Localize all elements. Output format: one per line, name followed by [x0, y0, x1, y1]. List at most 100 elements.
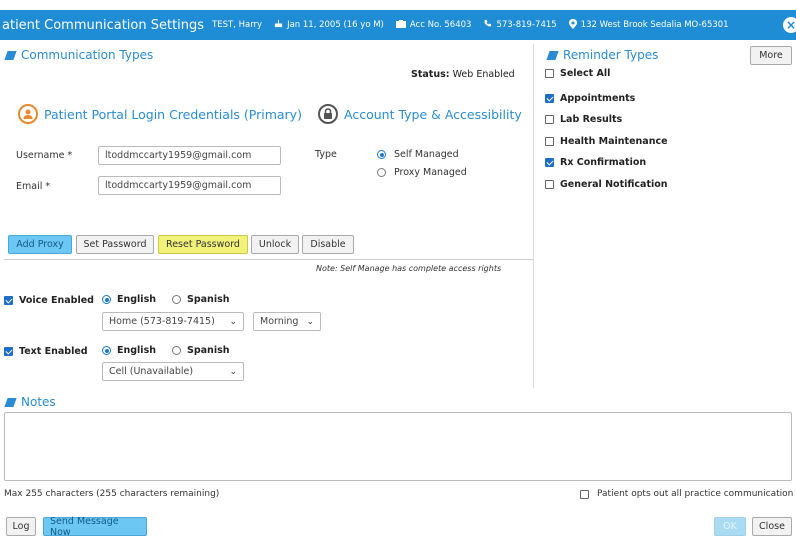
- proxy-managed-label: Proxy Managed: [394, 167, 467, 178]
- unlock-button[interactable]: Unlock: [251, 235, 299, 254]
- send-message-button[interactable]: Send Message Now: [43, 516, 147, 538]
- notes-textarea[interactable]: [4, 412, 792, 481]
- text-phone-value: Cell (Unavailable): [109, 366, 194, 377]
- patient-phone: 573-819-7415: [496, 20, 557, 30]
- reminder-label: Health Maintenance: [560, 136, 668, 147]
- text-spanish-label: Spanish: [187, 345, 230, 356]
- location-pin-icon: [568, 18, 577, 32]
- dialog-header: atient Communication Settings TEST, Harr…: [0, 10, 796, 40]
- text-enabled-checkbox[interactable]: [4, 347, 13, 356]
- text-phone-select[interactable]: Cell (Unavailable) ⌄: [102, 362, 244, 381]
- account-number: Acc No. 56403: [409, 20, 472, 30]
- section-divider: [4, 259, 533, 260]
- proxy-managed-option[interactable]: Proxy Managed: [377, 167, 467, 178]
- opt-out-option[interactable]: Patient opts out all practice communicat…: [580, 489, 793, 499]
- username-input[interactable]: ltoddmccarty1959@gmail.com: [98, 146, 281, 165]
- reminder-item[interactable]: Health Maintenance: [545, 136, 668, 147]
- lock-icon: [318, 104, 338, 124]
- opt-out-checkbox[interactable]: [580, 489, 589, 499]
- voice-spanish-label: Spanish: [187, 294, 230, 305]
- chevron-down-icon: ⌄: [229, 366, 237, 377]
- status-label: Status:: [411, 69, 450, 80]
- portal-credentials-heading: Patient Portal Login Credentials (Primar…: [18, 104, 302, 124]
- voice-spanish-radio[interactable]: [172, 295, 181, 304]
- voice-time-value: Morning: [260, 316, 299, 327]
- text-enabled-label: Text Enabled: [19, 346, 88, 357]
- notes-title: Notes: [21, 395, 56, 409]
- text-english-option[interactable]: English: [102, 345, 156, 356]
- dialog-title: atient Communication Settings: [2, 17, 205, 33]
- voice-phone-value: Home (573-819-7415): [109, 316, 215, 327]
- reminder-label: Select All: [560, 68, 611, 79]
- close-button[interactable]: Close: [752, 517, 792, 536]
- chevron-down-icon: ⌄: [306, 316, 314, 327]
- email-input[interactable]: ltoddmccarty1959@gmail.com: [98, 176, 281, 195]
- text-spanish-option[interactable]: Spanish: [172, 345, 230, 356]
- voice-english-option[interactable]: English: [102, 294, 156, 305]
- reminder-item[interactable]: Select All: [545, 68, 610, 79]
- portal-credentials-title: Patient Portal Login Credentials (Primar…: [44, 106, 302, 122]
- reminder-item[interactable]: Rx Confirmation: [545, 157, 646, 168]
- self-managed-label: Self Managed: [394, 149, 459, 160]
- reset-password-button[interactable]: Reset Password: [158, 235, 248, 254]
- reminder-checkbox[interactable]: [545, 180, 554, 189]
- more-button[interactable]: More: [750, 46, 792, 65]
- text-enabled-option[interactable]: Text Enabled: [4, 346, 88, 357]
- account-type-heading: Account Type & Accessibility: [318, 104, 522, 124]
- email-label: Email *: [16, 181, 51, 192]
- close-icon[interactable]: ×: [783, 17, 796, 33]
- voice-english-label: English: [117, 294, 156, 305]
- text-english-label: English: [117, 345, 156, 356]
- pane-divider: [533, 44, 534, 388]
- self-manage-note: Note: Self Manage has complete access ri…: [316, 264, 502, 273]
- disable-button[interactable]: Disable: [302, 235, 354, 254]
- ok-button[interactable]: OK: [714, 517, 746, 536]
- char-count-text: Max 255 characters (255 characters remai…: [4, 489, 220, 499]
- add-proxy-button[interactable]: Add Proxy: [8, 235, 72, 254]
- patient-name: TEST, Harry: [212, 20, 263, 30]
- patient-address: 132 West Brook Sedalia MO-65301: [580, 20, 729, 30]
- reminder-checkbox[interactable]: [545, 115, 554, 124]
- account-type-title: Account Type & Accessibility: [344, 106, 522, 122]
- voice-enabled-checkbox[interactable]: [4, 296, 13, 305]
- chevron-down-icon: ⌄: [229, 316, 237, 327]
- proxy-managed-radio[interactable]: [377, 168, 386, 177]
- voice-english-radio[interactable]: [102, 295, 111, 304]
- username-label: Username *: [16, 150, 73, 161]
- section-marker-icon: [546, 50, 559, 60]
- section-marker-icon: [4, 397, 17, 407]
- voice-enabled-option[interactable]: Voice Enabled: [4, 295, 94, 306]
- self-managed-option[interactable]: Self Managed: [377, 149, 459, 160]
- communication-types-heading: Communication Types: [4, 48, 153, 62]
- reminder-label: Lab Results: [560, 114, 623, 125]
- reminder-label: Appointments: [560, 93, 636, 104]
- set-password-button[interactable]: Set Password: [76, 235, 154, 254]
- section-marker-icon: [4, 50, 17, 60]
- self-managed-radio[interactable]: [377, 150, 386, 159]
- account-icon: [395, 19, 406, 31]
- reminder-item[interactable]: Lab Results: [545, 114, 622, 125]
- status-value: Web Enabled: [452, 69, 515, 80]
- reminder-checkbox[interactable]: [545, 137, 554, 146]
- notes-heading: Notes: [4, 395, 56, 409]
- reminder-checkbox[interactable]: [545, 94, 554, 103]
- text-english-radio[interactable]: [102, 346, 111, 355]
- reminder-item[interactable]: Appointments: [545, 93, 635, 104]
- voice-time-select[interactable]: Morning ⌄: [253, 312, 321, 331]
- reminder-label: General Notification: [560, 179, 668, 190]
- reminder-types-heading: Reminder Types: [546, 48, 658, 62]
- patient-dob: Jan 11, 2005 (16 yo M): [287, 20, 384, 30]
- status-text: Status: Web Enabled: [411, 69, 515, 80]
- reminder-label: Rx Confirmation: [560, 157, 647, 168]
- log-button[interactable]: Log: [6, 517, 36, 536]
- opt-out-label: Patient opts out all practice communicat…: [597, 489, 794, 499]
- dob-icon: [274, 19, 283, 31]
- reminder-checkbox[interactable]: [545, 69, 554, 78]
- reminder-checkbox[interactable]: [545, 158, 554, 167]
- voice-enabled-label: Voice Enabled: [19, 295, 94, 306]
- reminder-item[interactable]: General Notification: [545, 179, 668, 190]
- voice-spanish-option[interactable]: Spanish: [172, 294, 230, 305]
- voice-phone-select[interactable]: Home (573-819-7415) ⌄: [102, 312, 244, 331]
- user-icon: [18, 104, 38, 124]
- text-spanish-radio[interactable]: [172, 346, 181, 355]
